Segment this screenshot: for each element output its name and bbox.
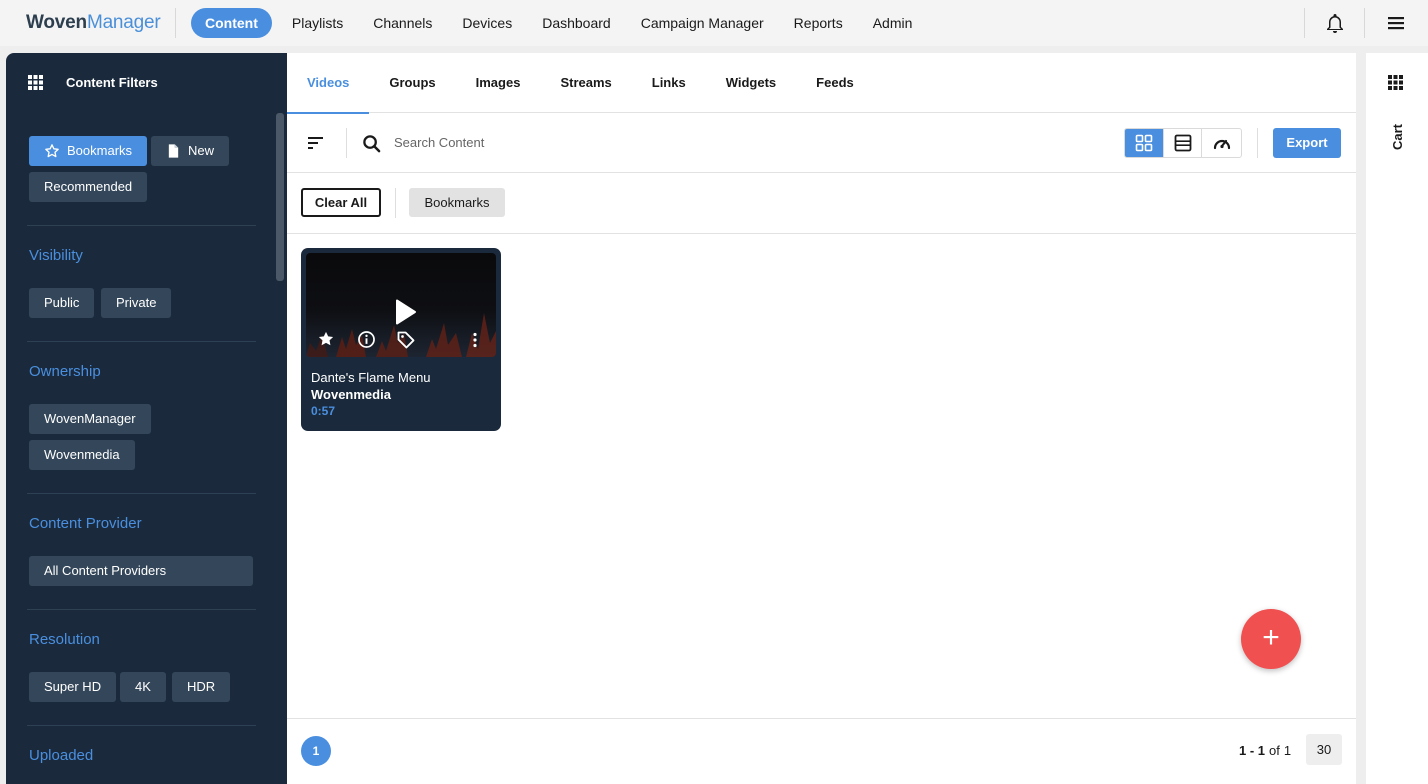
section-divider — [27, 341, 256, 342]
section-title-content-provider: Content Provider — [29, 515, 142, 532]
filter-chip-new[interactable]: New — [151, 136, 230, 166]
tab-videos[interactable]: Videos — [287, 53, 370, 114]
clear-all-button[interactable]: Clear All — [301, 188, 381, 217]
cart-panel: Cart — [1366, 53, 1428, 784]
section-divider — [27, 609, 256, 610]
app-logo[interactable]: Woven Manager — [26, 12, 161, 34]
search-input[interactable]: Search Content — [394, 135, 484, 150]
speedometer-icon[interactable] — [1202, 129, 1241, 157]
nav-item-devices[interactable]: Devices — [447, 8, 527, 38]
logo-manager-text: Manager — [86, 12, 161, 33]
nav-item-campaign-manager[interactable]: Campaign Manager — [626, 8, 779, 38]
page-button-1[interactable]: 1 — [301, 736, 331, 766]
filter-chip-4k[interactable]: 4K — [120, 672, 166, 702]
main-nav: Content Playlists Channels Devices Dashb… — [191, 8, 927, 38]
tab-feeds[interactable]: Feeds — [796, 53, 874, 113]
play-icon[interactable] — [394, 298, 418, 326]
filter-chip-recommended[interactable]: Recommended — [29, 172, 148, 202]
topbar-divider — [175, 8, 176, 38]
main-content-panel: Videos Groups Images Streams Links Widge… — [287, 53, 1356, 784]
more-vertical-icon[interactable] — [472, 332, 478, 348]
nav-item-admin[interactable]: Admin — [858, 8, 928, 38]
filter-chip-public[interactable]: Public — [29, 288, 95, 318]
apps-grid-icon[interactable] — [28, 75, 43, 90]
tab-streams[interactable]: Streams — [540, 53, 631, 113]
nav-item-content[interactable]: Content — [191, 8, 272, 38]
chip-label: Bookmarks — [67, 143, 133, 158]
hamburger-menu-icon[interactable] — [1384, 11, 1408, 35]
list-view-icon[interactable] — [1164, 129, 1203, 157]
toolbar-divider — [346, 128, 347, 158]
video-duration: 0:57 — [311, 404, 336, 418]
video-title[interactable]: Dante's Flame Menu — [311, 370, 431, 385]
sort-icon[interactable] — [307, 134, 325, 152]
nav-item-dashboard[interactable]: Dashboard — [527, 8, 626, 38]
info-icon[interactable] — [357, 330, 376, 349]
section-title-visibility: Visibility — [29, 247, 83, 264]
bell-icon[interactable] — [1323, 11, 1347, 35]
filter-chip-bookmarks[interactable]: Bookmarks — [29, 136, 148, 166]
sidebar-header: Content Filters — [28, 75, 158, 90]
section-title-uploaded: Uploaded — [29, 747, 94, 764]
tab-links[interactable]: Links — [632, 53, 706, 113]
document-icon — [168, 144, 179, 158]
search-icon — [363, 135, 381, 153]
range-start-end: 1 - 1 — [1239, 743, 1266, 758]
section-title-resolution: Resolution — [29, 631, 100, 648]
range-total: 1 — [1283, 743, 1292, 758]
tab-images[interactable]: Images — [456, 53, 541, 113]
star-icon — [45, 144, 59, 158]
sidebar-scrollbar[interactable] — [276, 113, 284, 281]
active-filter-chip-bookmarks[interactable]: Bookmarks — [409, 188, 505, 217]
nav-item-reports[interactable]: Reports — [779, 8, 858, 38]
logo-woven-text: Woven — [26, 12, 87, 33]
filterbar-divider — [395, 188, 396, 218]
toolbar-divider — [1257, 128, 1258, 158]
chip-label: New — [188, 143, 215, 158]
range-of-label: of — [1269, 743, 1280, 758]
section-divider — [27, 493, 256, 494]
export-button[interactable]: Export — [1273, 128, 1341, 158]
video-card[interactable]: Dante's Flame Menu Wovenmedia 0:57 — [301, 248, 501, 431]
filter-chip-super-hd[interactable]: Super HD — [29, 672, 117, 702]
pagination-range: 1 - 1 of 1 — [1239, 743, 1291, 758]
tab-groups[interactable]: Groups — [369, 53, 455, 113]
filter-chip-private[interactable]: Private — [101, 288, 172, 318]
tag-icon[interactable] — [396, 330, 416, 350]
filter-chip-all-content-providers[interactable]: All Content Providers — [29, 556, 253, 586]
apps-grid-icon[interactable] — [1388, 75, 1403, 90]
add-content-button[interactable]: + — [1241, 609, 1301, 669]
star-icon[interactable] — [317, 330, 335, 348]
view-mode-toggle — [1124, 128, 1242, 158]
section-title-ownership: Ownership — [29, 363, 101, 380]
content-filters-sidebar: Content Filters Bookmarks New Recommende… — [6, 53, 287, 784]
nav-item-channels[interactable]: Channels — [358, 8, 447, 38]
filter-chip-wovenmedia[interactable]: Wovenmedia — [29, 440, 135, 470]
top-navigation-bar: Woven Manager Content Playlists Channels … — [0, 0, 1428, 46]
grid-view-icon[interactable] — [1125, 129, 1164, 157]
cart-label[interactable]: Cart — [1390, 124, 1405, 150]
nav-item-playlists[interactable]: Playlists — [277, 8, 358, 38]
sidebar-title: Content Filters — [66, 75, 158, 90]
topbar-divider — [1364, 8, 1365, 38]
tab-widgets[interactable]: Widgets — [706, 53, 796, 113]
content-toolbar: Search Content Export — [287, 113, 1356, 173]
active-filters-bar: Clear All Bookmarks — [287, 173, 1356, 234]
pagination-footer: 1 1 - 1 of 1 30 — [287, 718, 1356, 784]
topbar-divider — [1304, 8, 1305, 38]
filter-chip-wovenmanager[interactable]: WovenManager — [29, 404, 151, 434]
filter-chip-hdr[interactable]: HDR — [172, 672, 231, 702]
content-type-tabs: Videos Groups Images Streams Links Widge… — [287, 53, 1356, 114]
per-page-select[interactable]: 30 — [1306, 734, 1342, 765]
section-divider — [27, 725, 256, 726]
section-divider — [27, 225, 256, 226]
video-owner: Wovenmedia — [311, 387, 391, 402]
video-thumbnail[interactable] — [306, 253, 496, 357]
